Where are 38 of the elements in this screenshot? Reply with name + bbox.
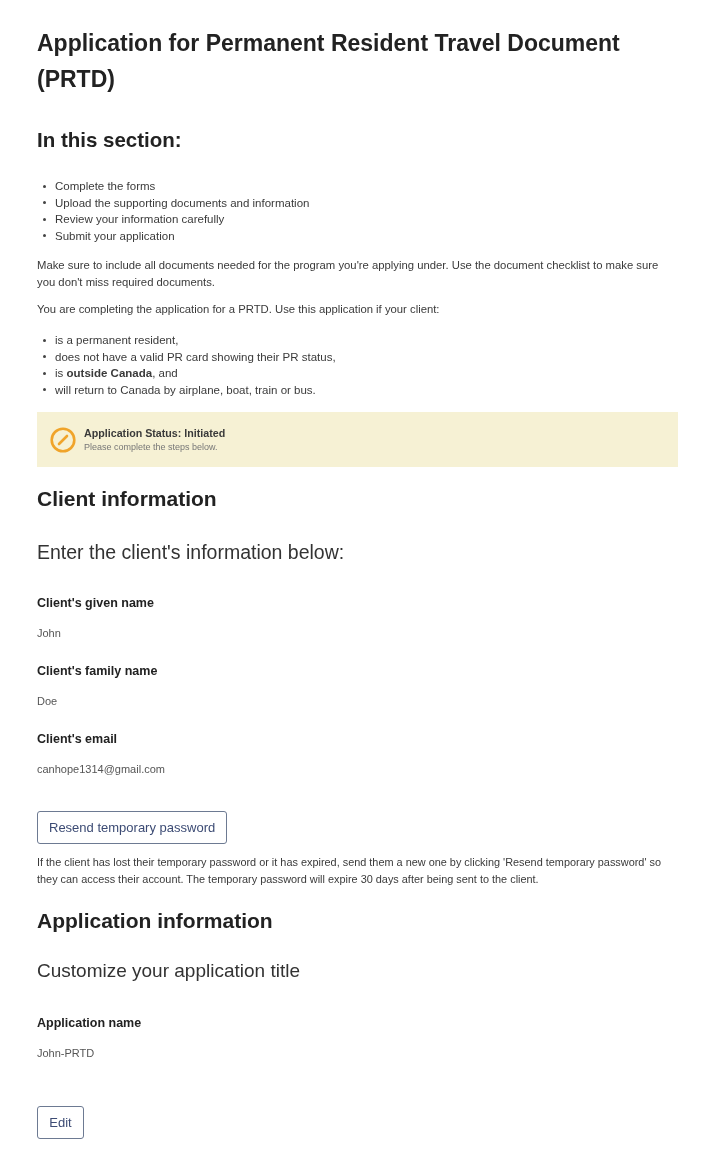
list-item-text: is a permanent resident, [55,333,179,348]
list-item-text: will return to Canada by airplane, boat, train or bus. [55,382,316,398]
status-message: Please complete the steps below. [84,442,219,453]
section-subheading: Enter the client's information below: [37,540,346,565]
edit-button[interactable]: Edit [37,1106,84,1139]
bullet-icon [43,234,46,238]
help-text: If the client has lost their temporary password or it has expired, send them a new one by clicking 'Resend temporary password' so they can access their account. The temporary password will expire 30 days after being sent to the client. [37,855,662,887]
field-label: Client's email [37,731,119,748]
list-item-text: does not have a valid PR card showing their PR status, [55,349,336,365]
field-value: John [37,626,62,640]
section-heading: In this section: [37,127,183,153]
field-label: Application name [37,1015,143,1032]
bullet-icon [43,355,46,359]
bullet-icon [43,184,46,188]
bullet-icon [43,371,46,375]
section-heading: Client information [37,486,218,512]
status-title: Application Status: Initiated [84,426,226,440]
field-label: Client's given name [37,595,155,612]
list-item-text: is outside Canada, and [55,366,178,381]
field-value: Doe [37,694,59,708]
list-item-text: Submit your application [55,228,175,244]
bullet-icon [43,201,46,205]
pencil-icon [50,426,76,453]
list-item-text: Upload the supporting documents and information [55,195,310,211]
resend-password-button[interactable]: Resend temporary password [37,811,228,844]
paragraph: Make sure to include all documents needed for the program you're applying under. Use the document checklist to make sure you don't miss required documents. [37,258,660,290]
field-value: John-PRTD [37,1046,96,1060]
page-title: Application for Permanent Resident Travel Document (PRTD) [37,29,621,94]
field-value: canhope1314@gmail.com [37,762,166,776]
section-subheading: Customize your application title [37,959,301,983]
list-item-text: Review your information carefully [55,212,225,227]
paragraph: You are completing the application for a PRTD. Use this application if your client: [37,302,441,317]
section-heading: Application information [37,908,274,934]
field-label: Client's family name [37,663,159,680]
list-item-text: Complete the forms [55,179,156,194]
bullet-icon [43,217,46,221]
bullet-icon [43,338,46,342]
bullet-icon [43,388,46,392]
